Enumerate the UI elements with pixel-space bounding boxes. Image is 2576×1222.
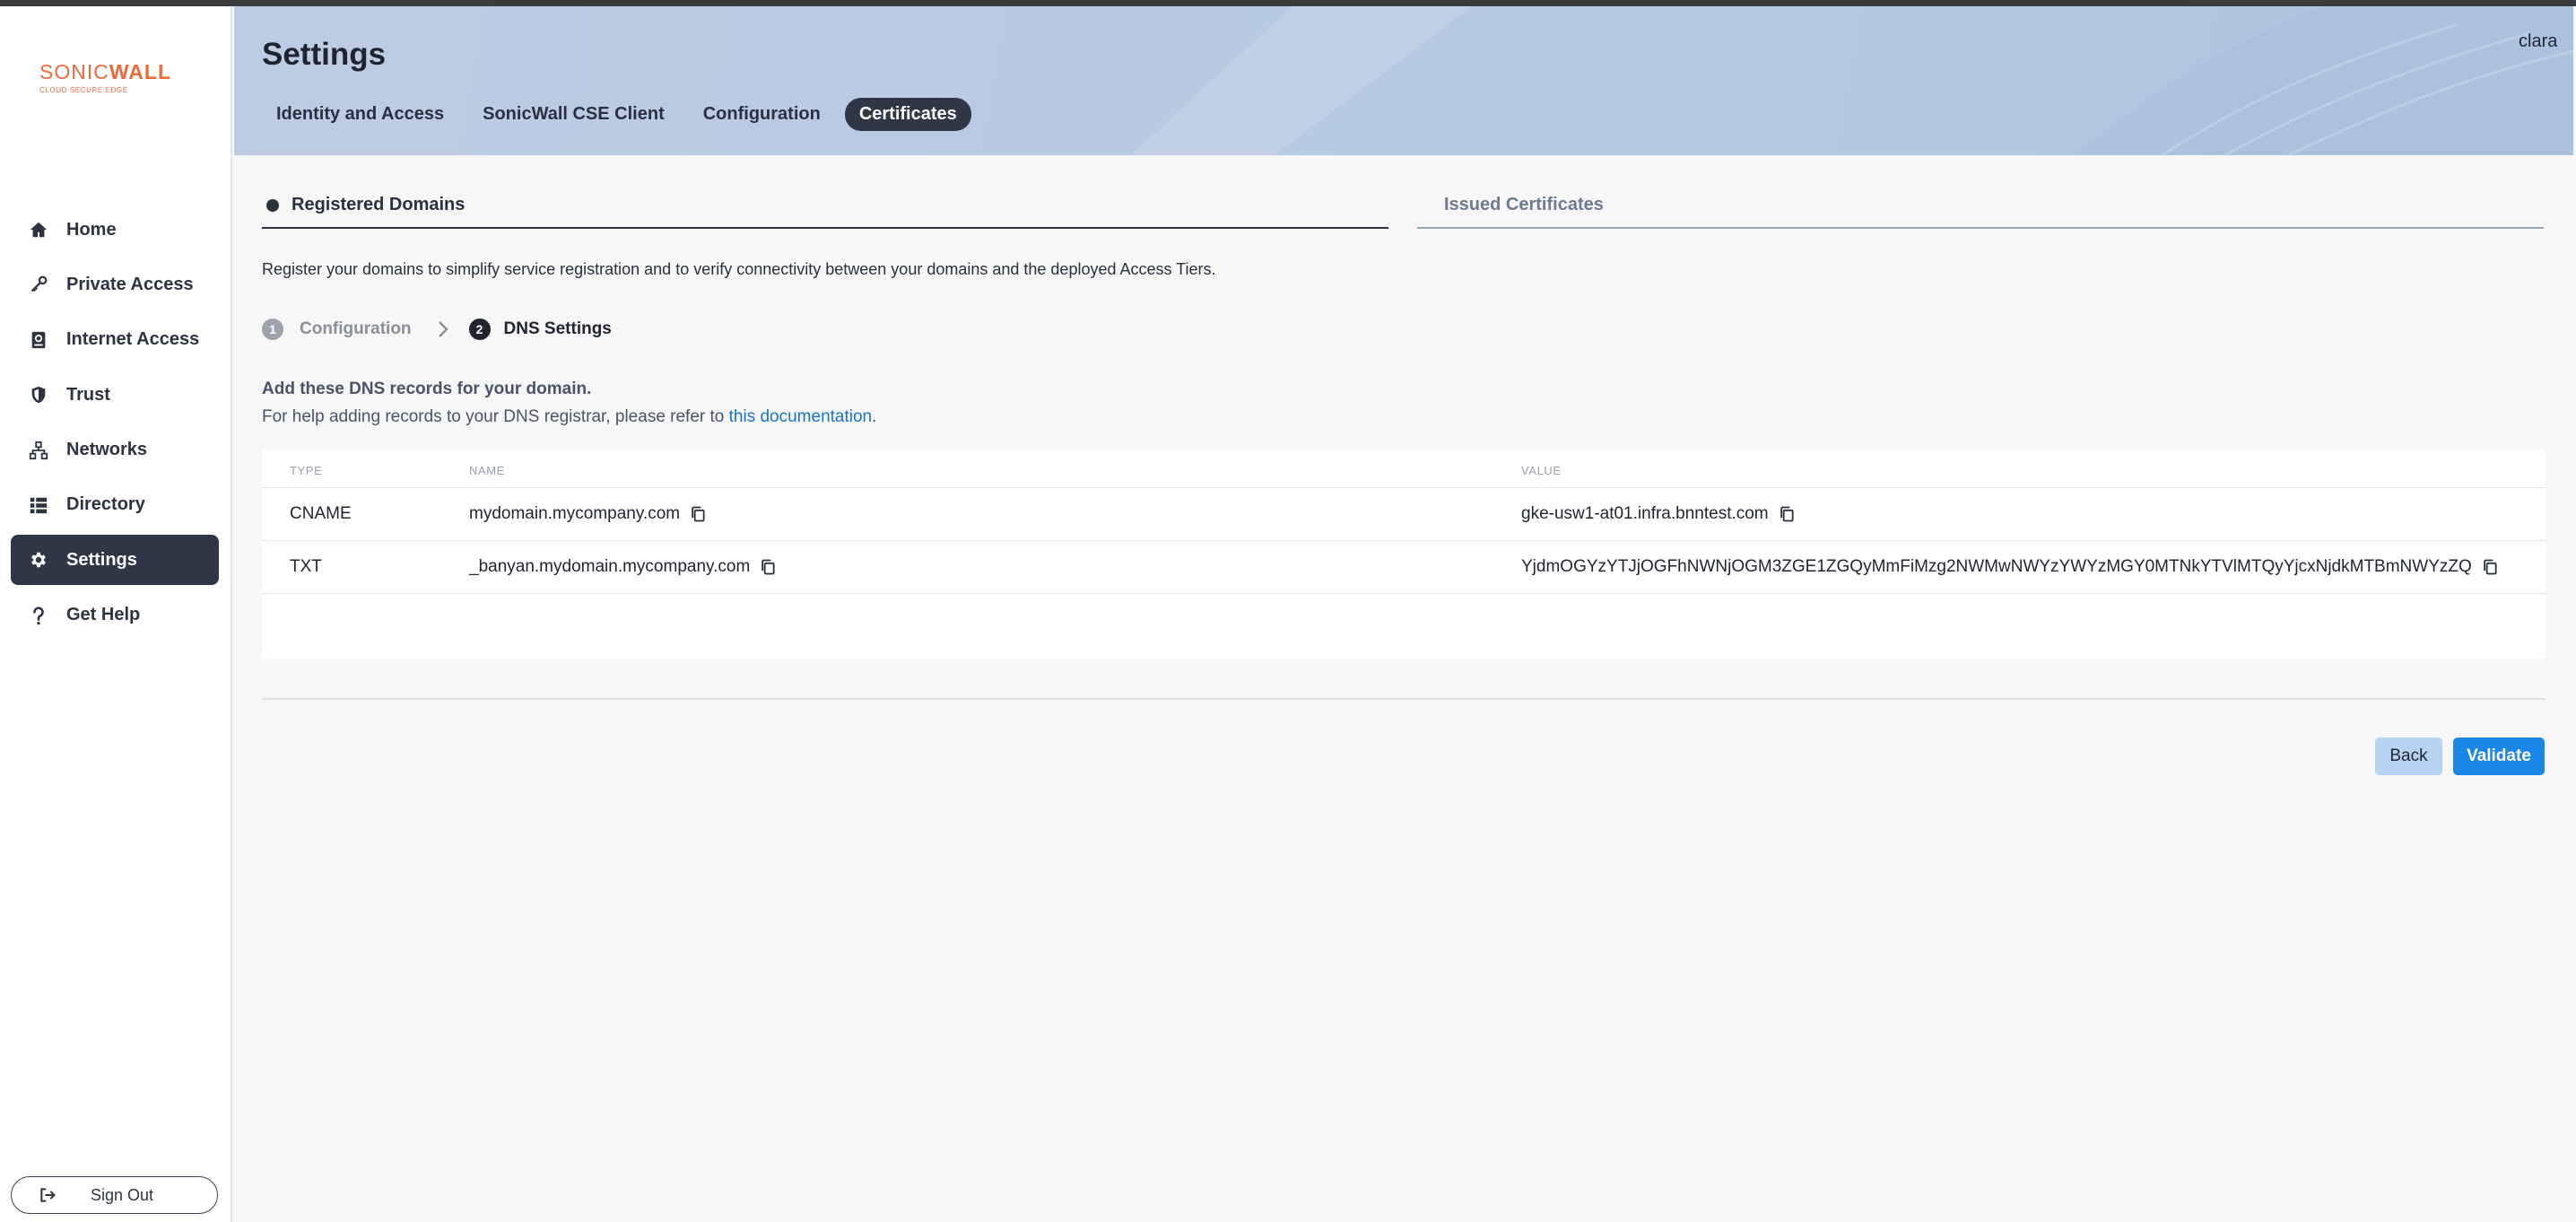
user-name[interactable]: clara: [2519, 31, 2557, 52]
sidebar-item-label: Private Access: [66, 274, 194, 294]
page-header: Settings Identity and Access SonicWall C…: [234, 6, 2573, 155]
main-content: Registered Domains Issued Certificates R…: [234, 155, 2573, 1222]
step-label: DNS Settings: [503, 319, 612, 338]
tab-sonicwall-cse-client[interactable]: SonicWall CSE Client: [468, 98, 679, 131]
subtab-registered-domains[interactable]: Registered Domains: [262, 195, 1388, 229]
back-button[interactable]: Back: [2375, 738, 2442, 775]
active-tab-dot: [266, 199, 279, 212]
sign-out-button[interactable]: Sign Out: [11, 1176, 218, 1214]
sidebar-item-label: Trust: [66, 384, 110, 405]
record-type: TXT: [290, 557, 322, 576]
subtab-label: Registered Domains: [292, 195, 466, 214]
tab-certificates[interactable]: Certificates: [844, 98, 971, 131]
sidebar-item-internet-access[interactable]: Internet Access: [11, 315, 219, 365]
subtab-issued-certificates[interactable]: Issued Certificates: [1417, 195, 2544, 229]
section-description: Register your domains to simplify servic…: [262, 260, 1216, 278]
record-name-cell: _banyan.mydomain.mycompany.com: [469, 541, 777, 593]
sidebar-item-label: Get Help: [66, 605, 141, 625]
dns-records-heading: Add these DNS records for your domain.: [262, 380, 592, 398]
key-icon: [29, 275, 48, 294]
validate-button[interactable]: Validate: [2453, 738, 2545, 775]
sidebar-item-get-help[interactable]: Get Help: [11, 590, 219, 641]
help-text-suffix: .: [872, 407, 877, 426]
tab-configuration[interactable]: Configuration: [689, 98, 835, 131]
record-value-cell: gke-usw1-at01.infra.bnntest.com: [1521, 488, 1796, 540]
gear-icon: [29, 550, 48, 570]
sidebar: SONICWALL CLOUD SECURE EDGE Home Private…: [0, 6, 232, 1222]
logo-text-bold: WALL: [109, 60, 171, 83]
sidebar-item-label: Internet Access: [66, 329, 200, 350]
record-type: CNAME: [290, 504, 352, 523]
list-icon: [29, 495, 48, 515]
sidebar-nav: Home Private Access Internet Access Trus…: [11, 205, 219, 645]
header-background-pattern: [1131, 6, 2573, 155]
help-text: For help adding records to your DNS regi…: [262, 407, 876, 427]
sidebar-item-label: Networks: [66, 440, 148, 460]
sidebar-item-home[interactable]: Home: [11, 205, 219, 255]
question-icon: [29, 606, 48, 625]
step-configuration[interactable]: 1 Configuration: [262, 319, 412, 340]
tab-identity-and-access[interactable]: Identity and Access: [262, 98, 458, 131]
table-row: TXT _banyan.mydomain.mycompany.com YjdmO…: [262, 541, 2546, 594]
record-value: gke-usw1-at01.infra.bnntest.com: [1521, 504, 1769, 523]
record-value-cell: YjdmOGYzYTJjOGFhNWNjOGM3ZGE1ZGQyMmFiMzg2…: [1521, 541, 2499, 593]
table-header: TYPE NAME VALUE: [262, 450, 2546, 488]
copy-icon[interactable]: [689, 505, 707, 523]
copy-icon[interactable]: [1778, 505, 1796, 523]
network-icon: [29, 441, 48, 460]
logo-subtitle: CLOUD SECURE EDGE: [39, 86, 128, 94]
documentation-link[interactable]: this documentation: [729, 407, 873, 426]
sidebar-item-label: Directory: [66, 494, 145, 515]
globe-book-icon: [29, 330, 48, 350]
window-top-strip: [0, 0, 2576, 6]
table-row: CNAME mydomain.mycompany.com gke-usw1-at…: [262, 488, 2546, 541]
copy-icon[interactable]: [2481, 558, 2499, 576]
dns-records-table: TYPE NAME VALUE CNAME mydomain.mycompany…: [262, 450, 2546, 659]
sidebar-item-private-access[interactable]: Private Access: [11, 259, 219, 310]
column-header-name: NAME: [469, 464, 505, 477]
home-icon: [29, 220, 48, 240]
record-name: mydomain.mycompany.com: [469, 504, 681, 523]
record-value: YjdmOGYzYTJjOGFhNWNjOGM3ZGE1ZGQyMmFiMzg2…: [1521, 557, 2472, 576]
column-header-type: TYPE: [290, 464, 323, 477]
copy-icon[interactable]: [759, 558, 777, 576]
step-number: 1: [262, 319, 283, 340]
logo-text-light: SONIC: [39, 60, 109, 83]
sidebar-item-directory[interactable]: Directory: [11, 480, 219, 530]
sidebar-item-label: Settings: [66, 549, 137, 570]
sidebar-item-trust[interactable]: Trust: [11, 370, 219, 420]
page-title: Settings: [262, 37, 387, 72]
shield-icon: [29, 385, 48, 405]
sidebar-item-networks[interactable]: Networks: [11, 425, 219, 476]
wizard-stepper: 1 Configuration 2 DNS Settings: [262, 319, 612, 340]
step-label: Configuration: [300, 319, 412, 338]
record-name: _banyan.mydomain.mycompany.com: [469, 557, 751, 576]
sonicwall-logo: SONICWALL CLOUD SECURE EDGE: [39, 60, 192, 94]
step-dns-settings: 2 DNS Settings: [468, 319, 612, 340]
sidebar-item-settings[interactable]: Settings: [11, 535, 219, 586]
column-header-value: VALUE: [1521, 464, 1562, 477]
subtab-label: Issued Certificates: [1444, 195, 1604, 214]
chevron-right-icon: [437, 320, 449, 338]
section-divider: [262, 698, 2546, 700]
record-name-cell: mydomain.mycompany.com: [469, 488, 707, 540]
sign-out-icon: [39, 1186, 57, 1204]
settings-tabs: Identity and Access SonicWall CSE Client…: [262, 98, 981, 131]
sign-out-label: Sign Out: [91, 1185, 154, 1204]
sidebar-item-label: Home: [66, 219, 117, 240]
step-number: 2: [468, 319, 491, 340]
help-text-prefix: For help adding records to your DNS regi…: [262, 407, 729, 426]
